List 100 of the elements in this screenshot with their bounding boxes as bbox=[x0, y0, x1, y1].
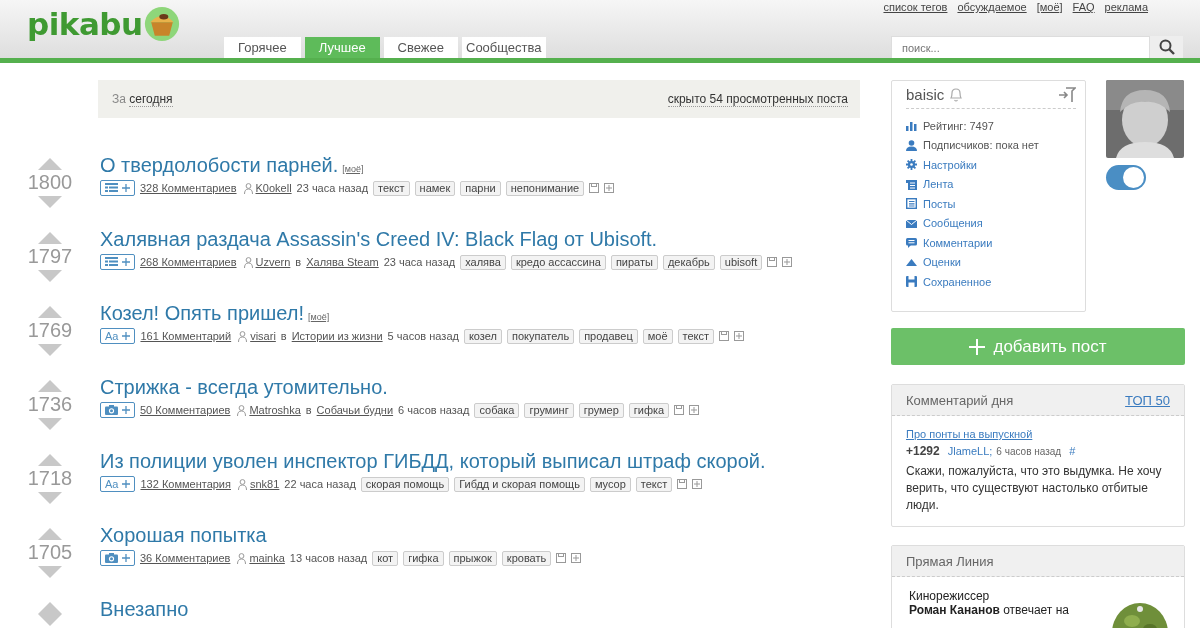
post-type-button[interactable] bbox=[100, 180, 135, 196]
author-link[interactable]: Uzvern bbox=[255, 256, 291, 268]
add-icon[interactable] bbox=[571, 553, 582, 563]
post-title[interactable]: Из полиции уволен инспектор ГИБДД, который выписал штраф скорой. bbox=[100, 450, 766, 472]
comments-link[interactable]: 328 Комментариев bbox=[140, 182, 237, 194]
tag-link[interactable]: парни bbox=[460, 180, 501, 196]
post-title[interactable]: Внезапно bbox=[100, 598, 189, 620]
comment-anchor-link[interactable]: # bbox=[1069, 445, 1076, 457]
tag-link[interactable]: покупатель bbox=[506, 328, 575, 344]
upvote-button[interactable] bbox=[38, 232, 62, 244]
downvote-button[interactable] bbox=[38, 566, 62, 578]
tag-link[interactable]: кровать bbox=[501, 550, 552, 566]
top-link[interactable]: [моё] bbox=[1036, 1, 1063, 13]
hidden-posts-link[interactable]: скрыто 54 просмотренных поста bbox=[667, 91, 848, 107]
save-icon[interactable] bbox=[556, 553, 567, 563]
downvote-button[interactable] bbox=[38, 344, 62, 356]
author-link[interactable]: snk81 bbox=[250, 478, 280, 490]
tag-link[interactable]: гифка bbox=[628, 402, 670, 418]
comments-link[interactable]: 36 Комментариев bbox=[140, 552, 231, 564]
tag-link[interactable]: моё bbox=[642, 328, 673, 344]
search-field[interactable]: поиск... bbox=[891, 36, 1150, 58]
tag-link[interactable]: грумер bbox=[578, 402, 624, 418]
downvote-button[interactable] bbox=[38, 614, 62, 626]
tag-link[interactable]: ubisoft bbox=[719, 254, 763, 270]
profile-menu-link[interactable]: Посты bbox=[923, 197, 956, 210]
community-link[interactable]: Халява Steam bbox=[306, 256, 379, 268]
tag-link[interactable]: гифка bbox=[403, 550, 444, 566]
add-icon[interactable] bbox=[782, 257, 793, 267]
top-link[interactable]: список тегов bbox=[883, 1, 948, 13]
upvote-button[interactable] bbox=[38, 602, 62, 614]
top-link[interactable]: обсуждаемое bbox=[957, 1, 1027, 13]
profile-menu-link[interactable]: Лента bbox=[923, 178, 954, 191]
community-link[interactable]: Собачьи будни bbox=[316, 404, 394, 416]
top-link[interactable]: FAQ bbox=[1072, 1, 1095, 13]
tag-link[interactable]: пираты bbox=[610, 254, 658, 270]
post-title[interactable]: Халявная раздача Assassin's Creed IV: Black Flag от Ubisoft. bbox=[100, 228, 658, 250]
bell-icon[interactable] bbox=[949, 87, 964, 102]
post-title[interactable]: Стрижка - всегда утомительно. bbox=[100, 376, 388, 398]
post-link[interactable]: Про понты на выпускной bbox=[906, 428, 1033, 440]
tag-link[interactable]: кредо ассассина bbox=[510, 254, 606, 270]
profile-menu-link[interactable]: Настройки bbox=[923, 158, 977, 171]
logout-icon[interactable] bbox=[1058, 86, 1076, 103]
community-link[interactable]: Истории из жизни bbox=[291, 330, 383, 342]
tag-link[interactable]: груминг bbox=[524, 402, 574, 418]
add-icon[interactable] bbox=[692, 479, 703, 489]
author-link[interactable]: JlameLL; bbox=[947, 445, 993, 457]
tag-link[interactable]: кот bbox=[372, 550, 399, 566]
post-type-button[interactable]: Aa bbox=[100, 476, 136, 492]
profile-menu-link[interactable]: Комментарии bbox=[923, 236, 993, 249]
tag-link[interactable]: непонимание bbox=[505, 180, 585, 196]
save-icon[interactable] bbox=[719, 331, 730, 341]
upvote-button[interactable] bbox=[38, 306, 62, 318]
comments-link[interactable]: 161 Комментарий bbox=[140, 330, 232, 342]
search-button[interactable] bbox=[1150, 36, 1183, 58]
add-icon[interactable] bbox=[689, 405, 700, 415]
downvote-button[interactable] bbox=[38, 270, 62, 282]
tag-link[interactable]: продавец bbox=[579, 328, 638, 344]
comments-link[interactable]: 268 Комментариев bbox=[140, 256, 237, 268]
downvote-button[interactable] bbox=[38, 196, 62, 208]
post-title[interactable]: Хорошая попытка bbox=[100, 524, 267, 546]
upvote-button[interactable] bbox=[38, 380, 62, 392]
tag-link[interactable]: скорая помощь bbox=[360, 476, 450, 492]
mine-link[interactable]: [моё] bbox=[342, 164, 364, 174]
username[interactable]: baisic bbox=[906, 86, 945, 103]
tag-link[interactable]: прыжок bbox=[448, 550, 497, 566]
post-type-button[interactable] bbox=[100, 550, 135, 566]
tag-link[interactable]: халява bbox=[460, 254, 506, 270]
upvote-button[interactable] bbox=[38, 528, 62, 540]
tag-link[interactable]: мусор bbox=[589, 476, 631, 492]
tag-link[interactable]: текст bbox=[677, 328, 715, 344]
profile-menu-link[interactable]: Сохраненное bbox=[923, 275, 992, 288]
period-link[interactable]: сегодня bbox=[129, 92, 173, 107]
comments-link[interactable]: 132 Комментария bbox=[140, 478, 231, 490]
tag-link[interactable]: Гибдд и скорая помощь bbox=[454, 476, 585, 492]
nav-tab[interactable]: Свежее bbox=[383, 37, 458, 58]
post-title[interactable]: Козел! Опять пришел! bbox=[100, 302, 304, 324]
author-link[interactable]: visari bbox=[250, 330, 276, 342]
save-icon[interactable] bbox=[767, 257, 778, 267]
post-type-button[interactable] bbox=[100, 402, 135, 418]
tag-link[interactable]: козел bbox=[463, 328, 502, 344]
tag-link[interactable]: собака bbox=[474, 402, 520, 418]
top-link[interactable]: реклама bbox=[1104, 1, 1148, 13]
profile-menu-link[interactable]: Сообщения bbox=[923, 217, 983, 230]
post-type-button[interactable] bbox=[100, 254, 135, 270]
post-type-button[interactable]: Aa bbox=[100, 328, 136, 344]
author-link[interactable]: K0okell bbox=[255, 182, 292, 194]
tag-link[interactable]: текст bbox=[635, 476, 673, 492]
add-icon[interactable] bbox=[604, 183, 615, 193]
nav-tab[interactable]: Сообщества bbox=[462, 37, 546, 58]
post-title[interactable]: О твердолобости парней. bbox=[100, 154, 339, 176]
upvote-button[interactable] bbox=[38, 158, 62, 170]
toggle-switch[interactable] bbox=[1106, 165, 1146, 190]
upvote-button[interactable] bbox=[38, 454, 62, 466]
tag-link[interactable]: текст bbox=[373, 180, 410, 196]
add-icon[interactable] bbox=[734, 331, 745, 341]
mine-link[interactable]: [моё] bbox=[307, 312, 330, 322]
top-link[interactable]: ТОП 50 bbox=[1125, 392, 1170, 408]
downvote-button[interactable] bbox=[38, 418, 62, 430]
profile-menu-link[interactable]: Оценки bbox=[923, 256, 961, 269]
author-link[interactable]: Matroshka bbox=[249, 404, 301, 416]
